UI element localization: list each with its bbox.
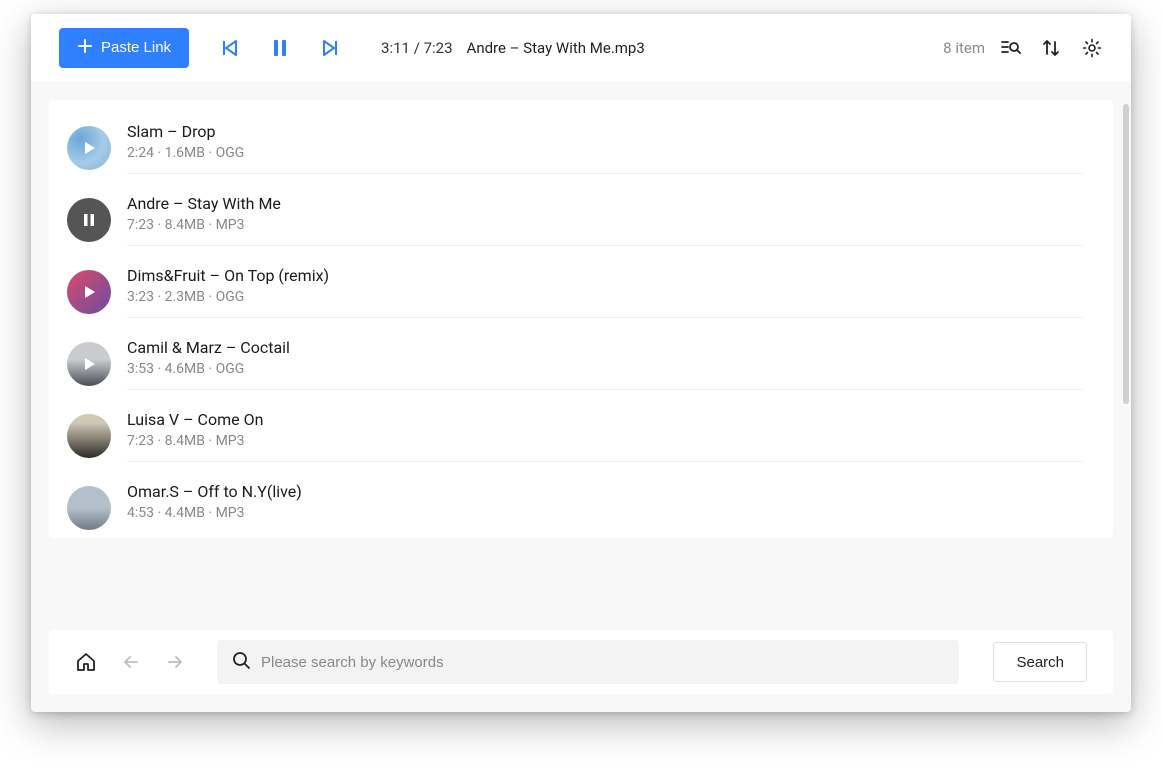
- track-meta: 3:53 · 4.6MB · OGG: [127, 361, 1083, 377]
- app-window: Paste Link 3:11 / 7:23 Andre – Stay With…: [31, 14, 1131, 712]
- next-track-icon[interactable]: [321, 38, 341, 58]
- toolbar-icons: [999, 37, 1103, 59]
- track-title: Andre – Stay With Me: [127, 194, 1083, 213]
- track-art[interactable]: [67, 198, 111, 242]
- plus-icon: [77, 38, 93, 58]
- track-meta: 7:23 · 8.4MB · MP3: [127, 433, 1083, 449]
- back-icon[interactable]: [121, 652, 141, 672]
- home-icon[interactable]: [75, 651, 97, 673]
- paste-link-button[interactable]: Paste Link: [59, 28, 189, 68]
- track-title: Omar.S – Off to N.Y(live): [127, 482, 1083, 501]
- play-icon: [67, 270, 111, 314]
- track-row[interactable]: Slam – Drop 2:24 · 1.6MB · OGG: [67, 112, 1113, 184]
- track-row[interactable]: Luisa V – Come On 7:23 · 8.4MB · MP3: [67, 400, 1113, 472]
- previous-track-icon[interactable]: [219, 38, 239, 58]
- track-art[interactable]: [67, 126, 111, 170]
- pause-icon: [67, 198, 111, 242]
- bottom-bar: Search: [49, 630, 1113, 694]
- track-art[interactable]: [67, 270, 111, 314]
- track-row[interactable]: Camil & Marz – Coctail 3:53 · 4.6MB · OG…: [67, 328, 1113, 400]
- track-art[interactable]: [67, 414, 111, 458]
- track-meta: 2:24 · 1.6MB · OGG: [127, 145, 1083, 161]
- track-meta: 7:23 · 8.4MB · MP3: [127, 217, 1083, 233]
- gear-icon[interactable]: [1081, 37, 1103, 59]
- content-area: Slam – Drop 2:24 · 1.6MB · OGG Andre – S…: [31, 82, 1131, 630]
- track-title: Slam – Drop: [127, 122, 1083, 141]
- pause-icon[interactable]: [271, 38, 289, 58]
- track-list: Slam – Drop 2:24 · 1.6MB · OGG Andre – S…: [49, 100, 1113, 538]
- now-playing-title: Andre – Stay With Me.mp3: [467, 39, 645, 57]
- playback-time: 3:11 / 7:23: [381, 39, 452, 57]
- track-row[interactable]: Dims&Fruit – On Top (remix) 3:23 · 2.3MB…: [67, 256, 1113, 328]
- search-button[interactable]: Search: [993, 642, 1087, 682]
- track-title: Camil & Marz – Coctail: [127, 338, 1083, 357]
- track-art[interactable]: [67, 486, 111, 530]
- forward-icon[interactable]: [165, 652, 185, 672]
- item-count: 8 item: [943, 39, 985, 57]
- playback-controls: [219, 38, 341, 58]
- track-title: Luisa V – Come On: [127, 410, 1083, 429]
- list-search-icon[interactable]: [999, 37, 1021, 59]
- play-icon: [67, 342, 111, 386]
- paste-link-label: Paste Link: [101, 39, 171, 56]
- sort-icon[interactable]: [1041, 37, 1061, 59]
- track-title: Dims&Fruit – On Top (remix): [127, 266, 1083, 285]
- track-meta: 3:23 · 2.3MB · OGG: [127, 289, 1083, 305]
- track-row[interactable]: Omar.S – Off to N.Y(live) 4:53 · 4.4MB ·…: [67, 472, 1113, 538]
- search-input[interactable]: [261, 654, 945, 671]
- search-icon: [231, 650, 251, 674]
- play-icon: [67, 126, 111, 170]
- toolbar: Paste Link 3:11 / 7:23 Andre – Stay With…: [31, 14, 1131, 82]
- search-field[interactable]: [217, 640, 959, 684]
- track-art[interactable]: [67, 342, 111, 386]
- track-row[interactable]: Andre – Stay With Me 7:23 · 8.4MB · MP3: [67, 184, 1113, 256]
- scrollbar[interactable]: [1123, 104, 1129, 404]
- track-meta: 4:53 · 4.4MB · MP3: [127, 505, 1083, 521]
- now-playing: 3:11 / 7:23 Andre – Stay With Me.mp3: [381, 39, 645, 57]
